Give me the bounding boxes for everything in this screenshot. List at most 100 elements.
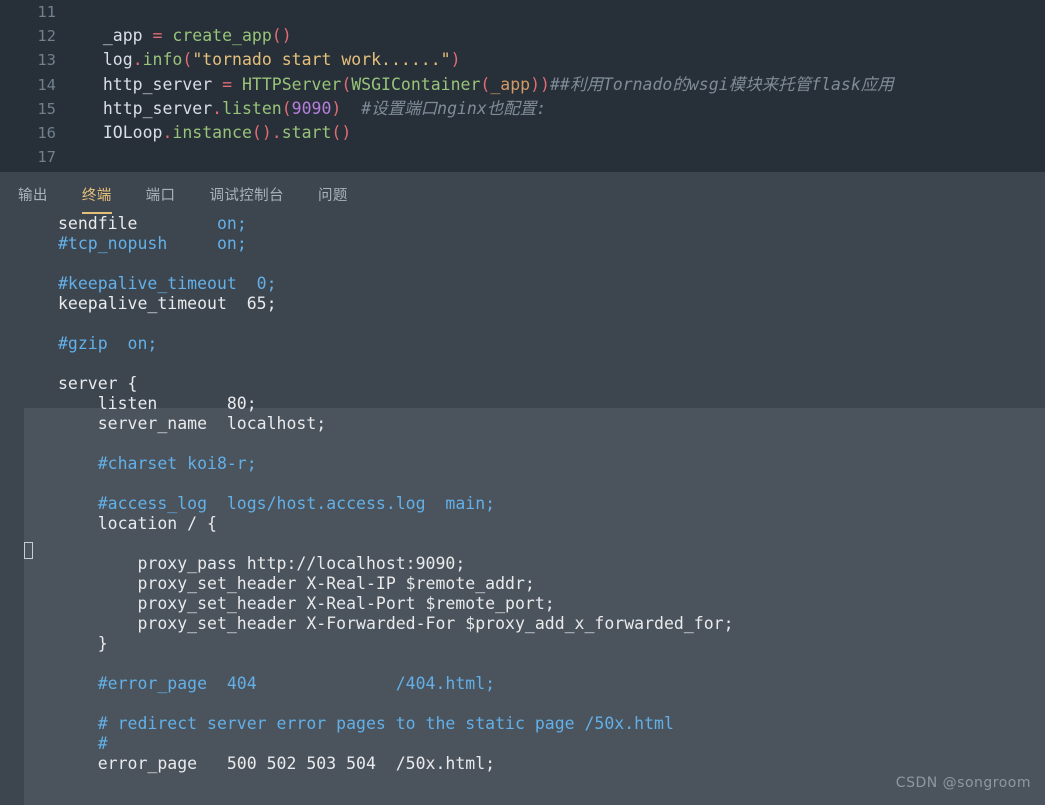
code-line-text: log.info("tornado start work......"): [56, 48, 461, 72]
code-token: )): [530, 74, 550, 94]
panel-tab-bar[interactable]: 输出 终端 端口 调试控制台 问题: [0, 172, 1045, 214]
code-token: ): [450, 50, 461, 70]
terminal-view[interactable]: sendfile on; #tcp_nopush on; #keepalive_t…: [0, 214, 1045, 805]
panel-tab-1[interactable]: 终端: [81, 184, 112, 214]
terminal-text: on;: [216, 214, 247, 233]
code-token: (): [251, 122, 272, 142]
code-token: _app: [102, 26, 153, 46]
line-number: 16: [37, 123, 56, 142]
terminal-line: error_page 500 502 503 504 /50x.html;: [0, 754, 1045, 774]
terminal-text: # redirect server error pages to the sta…: [58, 714, 674, 733]
terminal-line: location / {: [0, 514, 1045, 534]
code-line[interactable]: 16 IOLoop.instance().start(): [0, 121, 1045, 145]
code-token: (: [341, 74, 352, 94]
code-token: create_app: [172, 26, 272, 46]
code-token: "tornado start work......": [192, 50, 451, 70]
code-token: log: [102, 50, 133, 70]
line-number: 17: [37, 148, 56, 167]
terminal-text: error_page 500 502 503 504 /50x.html;: [58, 754, 496, 773]
terminal-text: #access_log logs/host.access.log main;: [58, 494, 496, 513]
code-token: (: [182, 50, 193, 70]
terminal-text: #: [58, 734, 108, 753]
code-token: #设置端口nginx也配置:: [341, 98, 547, 118]
terminal-text: #keepalive_timeout 0;: [58, 274, 277, 293]
terminal-text: proxy_set_header X-Real-Port $remote_por…: [58, 594, 555, 613]
terminal-line: proxy_set_header X-Real-Port $remote_por…: [0, 594, 1045, 614]
terminal-line: proxy_set_header X-Real-IP $remote_addr;: [0, 574, 1045, 594]
code-line-text: http_server.listen(9090) #设置端口nginx也配置:: [56, 97, 546, 121]
code-token: (: [480, 74, 491, 94]
code-line[interactable]: 15 http_server.listen(9090) #设置端口nginx也配…: [0, 97, 1045, 121]
terminal-line: server_name localhost;: [0, 414, 1045, 434]
terminal-line: }: [0, 634, 1045, 654]
code-line-text: _app = create_app(): [56, 24, 292, 48]
terminal-line: # redirect server error pages to the sta…: [0, 714, 1045, 734]
code-token: (: [281, 98, 292, 118]
terminal-line: #error_page 404 /404.html;: [0, 674, 1045, 694]
line-number: 14: [37, 75, 56, 94]
code-line[interactable]: 17: [0, 145, 1045, 169]
terminal-text: location / {: [58, 514, 217, 533]
code-line[interactable]: 11: [0, 0, 1045, 24]
line-number: 11: [37, 3, 56, 21]
code-line[interactable]: 12 _app = create_app(): [0, 24, 1045, 48]
code-token: IOLoop: [102, 122, 163, 142]
code-line[interactable]: 14 http_server = HTTPServer(WSGIContaine…: [0, 73, 1045, 97]
terminal-line: sendfile on;: [0, 214, 1045, 234]
terminal-line: #access_log logs/host.access.log main;: [0, 494, 1045, 514]
terminal-text: #charset koi8-r;: [58, 454, 257, 473]
terminal-output: sendfile on; #tcp_nopush on; #keepalive_t…: [0, 214, 1045, 805]
terminal-line: listen 80;: [0, 394, 1045, 414]
code-token: WSGIContainer: [351, 74, 481, 94]
code-token: _app: [490, 74, 531, 94]
terminal-text: proxy_set_header X-Forwarded-For $proxy_…: [58, 614, 734, 633]
line-number: 12: [37, 27, 56, 46]
code-line[interactable]: 13 log.info("tornado start work......"): [0, 48, 1045, 72]
line-number: 13: [37, 51, 56, 70]
code-token: ): [331, 98, 342, 118]
panel-tab-4[interactable]: 问题: [318, 184, 348, 214]
terminal-text: listen 80;: [58, 394, 257, 413]
code-token: http_server: [102, 98, 213, 118]
panel-tab-3[interactable]: 调试控制台: [209, 184, 284, 214]
code-editor[interactable]: 11 12 _app = create_app() 13 log.info("tor…: [0, 0, 1045, 172]
bottom-panel: 输出 终端 端口 调试控制台 问题 sendfile on; #tcp_nopush on…: [0, 172, 1045, 805]
panel-tab-2[interactable]: 端口: [146, 184, 176, 214]
line-number: 15: [37, 99, 56, 118]
code-token: =: [222, 74, 242, 94]
code-token: =: [152, 26, 173, 46]
terminal-text: proxy_pass http://localhost:9090;: [58, 554, 466, 573]
terminal-line: proxy_pass http://localhost:9090;: [0, 554, 1045, 574]
code-line-text: IOLoop.instance().start(): [56, 121, 351, 145]
vscode-window: 11 12 _app = create_app() 13 log.info("tor…: [0, 0, 1045, 805]
code-token: (): [331, 122, 352, 142]
code-token: listen: [222, 98, 282, 118]
watermark: CSDN @songroom: [895, 775, 1031, 791]
terminal-line: #gzip on;: [0, 334, 1045, 354]
terminal-text: keepalive_timeout 65;: [58, 294, 277, 313]
code-token: .: [162, 122, 173, 142]
terminal-line: server {: [0, 374, 1045, 394]
terminal-text: proxy_set_header X-Real-IP $remote_addr;: [58, 574, 535, 593]
terminal-line: #: [0, 734, 1045, 754]
code-token: http_server: [102, 74, 223, 94]
terminal-text: on;: [216, 234, 247, 253]
panel-tab-0[interactable]: 输出: [18, 184, 48, 214]
terminal-line: #keepalive_timeout 0;: [0, 274, 1045, 294]
code-token: (): [271, 26, 292, 46]
code-token: 9090: [291, 98, 332, 118]
code-token: info: [142, 50, 183, 70]
code-token: .: [132, 50, 143, 70]
terminal-text: sendfile: [58, 214, 217, 233]
code-token: start: [281, 122, 332, 142]
code-token: .: [212, 98, 223, 118]
